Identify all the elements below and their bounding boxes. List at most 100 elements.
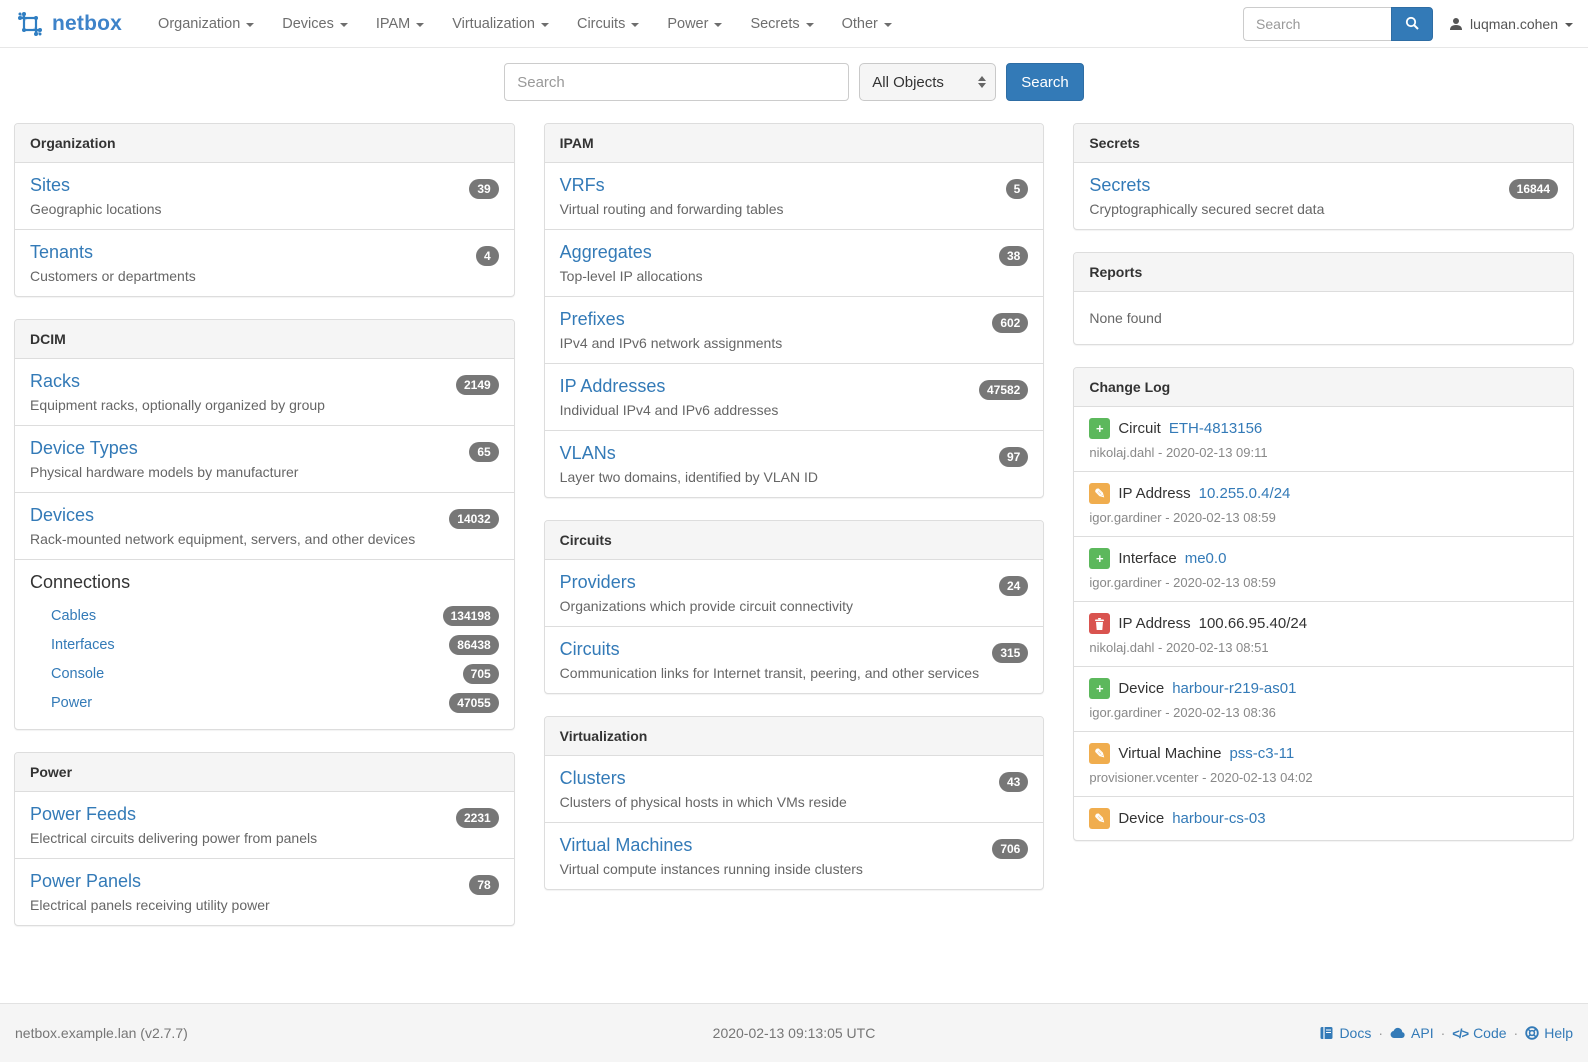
object-link[interactable]: harbour-r219-as01 [1172, 680, 1296, 697]
help-link[interactable]: Help [1525, 1025, 1573, 1041]
global-search-input[interactable] [504, 63, 849, 101]
nav-devices[interactable]: Devices [268, 0, 362, 47]
nav-label: Virtualization [452, 16, 535, 32]
changelog-entry: + Interface me0.0 igor.gardiner - 2020-0… [1074, 537, 1573, 602]
footer-hostname: netbox.example.lan (v2.7.7) [15, 1025, 188, 1041]
chevron-down-icon [1565, 23, 1573, 27]
object-type: IP Address [1118, 485, 1190, 502]
link-devices[interactable]: Devices [30, 505, 94, 526]
link-tenants[interactable]: Tenants [30, 242, 93, 263]
separator: · [1514, 1025, 1519, 1041]
footer-link-label: API [1411, 1025, 1434, 1041]
netbox-logo[interactable]: netbox [15, 9, 122, 39]
user-menu[interactable]: luqman.cohen [1449, 16, 1573, 32]
link-power-feeds[interactable]: Power Feeds [30, 804, 136, 825]
panel-title: Organization [15, 124, 514, 163]
nav-ipam[interactable]: IPAM [362, 0, 438, 47]
nav-power[interactable]: Power [653, 0, 736, 47]
chevron-down-icon [416, 23, 424, 27]
chevron-down-icon [340, 23, 348, 27]
object-link[interactable]: ETH-4813156 [1169, 420, 1262, 437]
username: luqman.cohen [1470, 16, 1558, 32]
add-icon: + [1089, 418, 1110, 439]
link-prefixes[interactable]: Prefixes [560, 309, 625, 330]
link-ip-addresses[interactable]: IP Addresses [560, 376, 666, 397]
changelog-entry: + Circuit ETH-4813156 nikolaj.dahl - 202… [1074, 407, 1573, 472]
changelog-meta: nikolaj.dahl - 2020-02-13 09:11 [1089, 445, 1558, 460]
list-item: 4 Tenants Customers or departments [15, 230, 514, 296]
docs-link[interactable]: Docs [1319, 1025, 1371, 1041]
object-link[interactable]: me0.0 [1185, 550, 1227, 567]
link-secrets[interactable]: Secrets [1089, 175, 1150, 196]
link-cables[interactable]: Cables [51, 608, 96, 624]
list-item: 65 Device Types Physical hardware models… [15, 426, 514, 493]
link-providers[interactable]: Providers [560, 572, 636, 593]
list-item: 39 Sites Geographic locations [15, 163, 514, 230]
cloud-icon [1390, 1027, 1406, 1039]
object-link[interactable]: harbour-cs-03 [1172, 810, 1265, 827]
api-link[interactable]: API [1390, 1025, 1434, 1041]
panel-title: Circuits [545, 521, 1044, 560]
link-power[interactable]: Power [51, 695, 92, 711]
changelog-meta: provisioner.vcenter - 2020-02-13 04:02 [1089, 770, 1558, 785]
dashboard: Organization 39 Sites Geographic locatio… [0, 119, 1588, 948]
global-search-button[interactable]: Search [1006, 63, 1084, 101]
link-clusters[interactable]: Clusters [560, 768, 626, 789]
separator: · [1378, 1025, 1383, 1041]
panel-title: Power [15, 753, 514, 792]
object-link[interactable]: pss-c3-11 [1229, 745, 1294, 762]
item-description: Customers or departments [30, 268, 499, 284]
link-racks[interactable]: Racks [30, 371, 80, 392]
separator: · [1441, 1025, 1446, 1041]
chevron-down-icon [631, 23, 639, 27]
nav-organization[interactable]: Organization [144, 0, 268, 47]
connections-row: Cables 134198 [30, 601, 499, 630]
link-vrfs[interactable]: VRFs [560, 175, 605, 196]
link-interfaces[interactable]: Interfaces [51, 637, 115, 653]
netbox-logo-icon [15, 9, 45, 39]
nav-virtualization[interactable]: Virtualization [438, 0, 563, 47]
count-badge: 5 [1006, 179, 1029, 199]
nav-secrets[interactable]: Secrets [736, 0, 827, 47]
item-description: Organizations which provide circuit conn… [560, 598, 1029, 614]
count-badge: 2149 [456, 375, 499, 395]
nav-circuits[interactable]: Circuits [563, 0, 653, 47]
changelog-entry: ✎ Virtual Machine pss-c3-11 provisioner.… [1074, 732, 1573, 797]
navbar-search-input[interactable] [1243, 7, 1391, 41]
link-circuits[interactable]: Circuits [560, 639, 620, 660]
column-middle: IPAM 5 VRFs Virtual routing and forwardi… [544, 123, 1045, 912]
list-item: 14032 Devices Rack-mounted network equip… [15, 493, 514, 560]
trash-icon [1089, 613, 1110, 634]
object-type: IP Address [1118, 615, 1190, 632]
add-icon: + [1089, 548, 1110, 569]
nav-label: Other [842, 16, 878, 32]
footer-link-label: Help [1544, 1025, 1573, 1041]
object-link[interactable]: 10.255.0.4/24 [1199, 485, 1291, 502]
code-link[interactable]: </> Code [1452, 1025, 1506, 1041]
link-console[interactable]: Console [51, 666, 104, 682]
panel-title: Reports [1074, 253, 1573, 292]
link-device-types[interactable]: Device Types [30, 438, 138, 459]
link-sites[interactable]: Sites [30, 175, 70, 196]
nav-other[interactable]: Other [828, 0, 906, 47]
changelog-meta: nikolaj.dahl - 2020-02-13 08:51 [1089, 640, 1558, 655]
chevron-down-icon [246, 23, 254, 27]
list-item: 706 Virtual Machines Virtual compute ins… [545, 823, 1044, 889]
link-vlans[interactable]: VLANs [560, 443, 616, 464]
navbar-search-button[interactable] [1391, 7, 1433, 41]
count-badge: 86438 [449, 635, 498, 655]
link-power-panels[interactable]: Power Panels [30, 871, 141, 892]
link-aggregates[interactable]: Aggregates [560, 242, 652, 263]
panel-ipam: IPAM 5 VRFs Virtual routing and forwardi… [544, 123, 1045, 498]
connections-row: Console 705 [30, 659, 499, 688]
item-description: Virtual compute instances running inside… [560, 861, 1029, 877]
link-virtual-machines[interactable]: Virtual Machines [560, 835, 693, 856]
chevron-down-icon [884, 23, 892, 27]
list-item: 38 Aggregates Top-level IP allocations [545, 230, 1044, 297]
nav-label: IPAM [376, 16, 410, 32]
column-left: Organization 39 Sites Geographic locatio… [14, 123, 515, 948]
panel-reports: Reports None found [1073, 252, 1574, 345]
panel-dcim: DCIM 2149 Racks Equipment racks, optiona… [14, 319, 515, 730]
count-badge: 39 [469, 179, 498, 199]
object-type-select[interactable]: All Objects [859, 63, 996, 101]
